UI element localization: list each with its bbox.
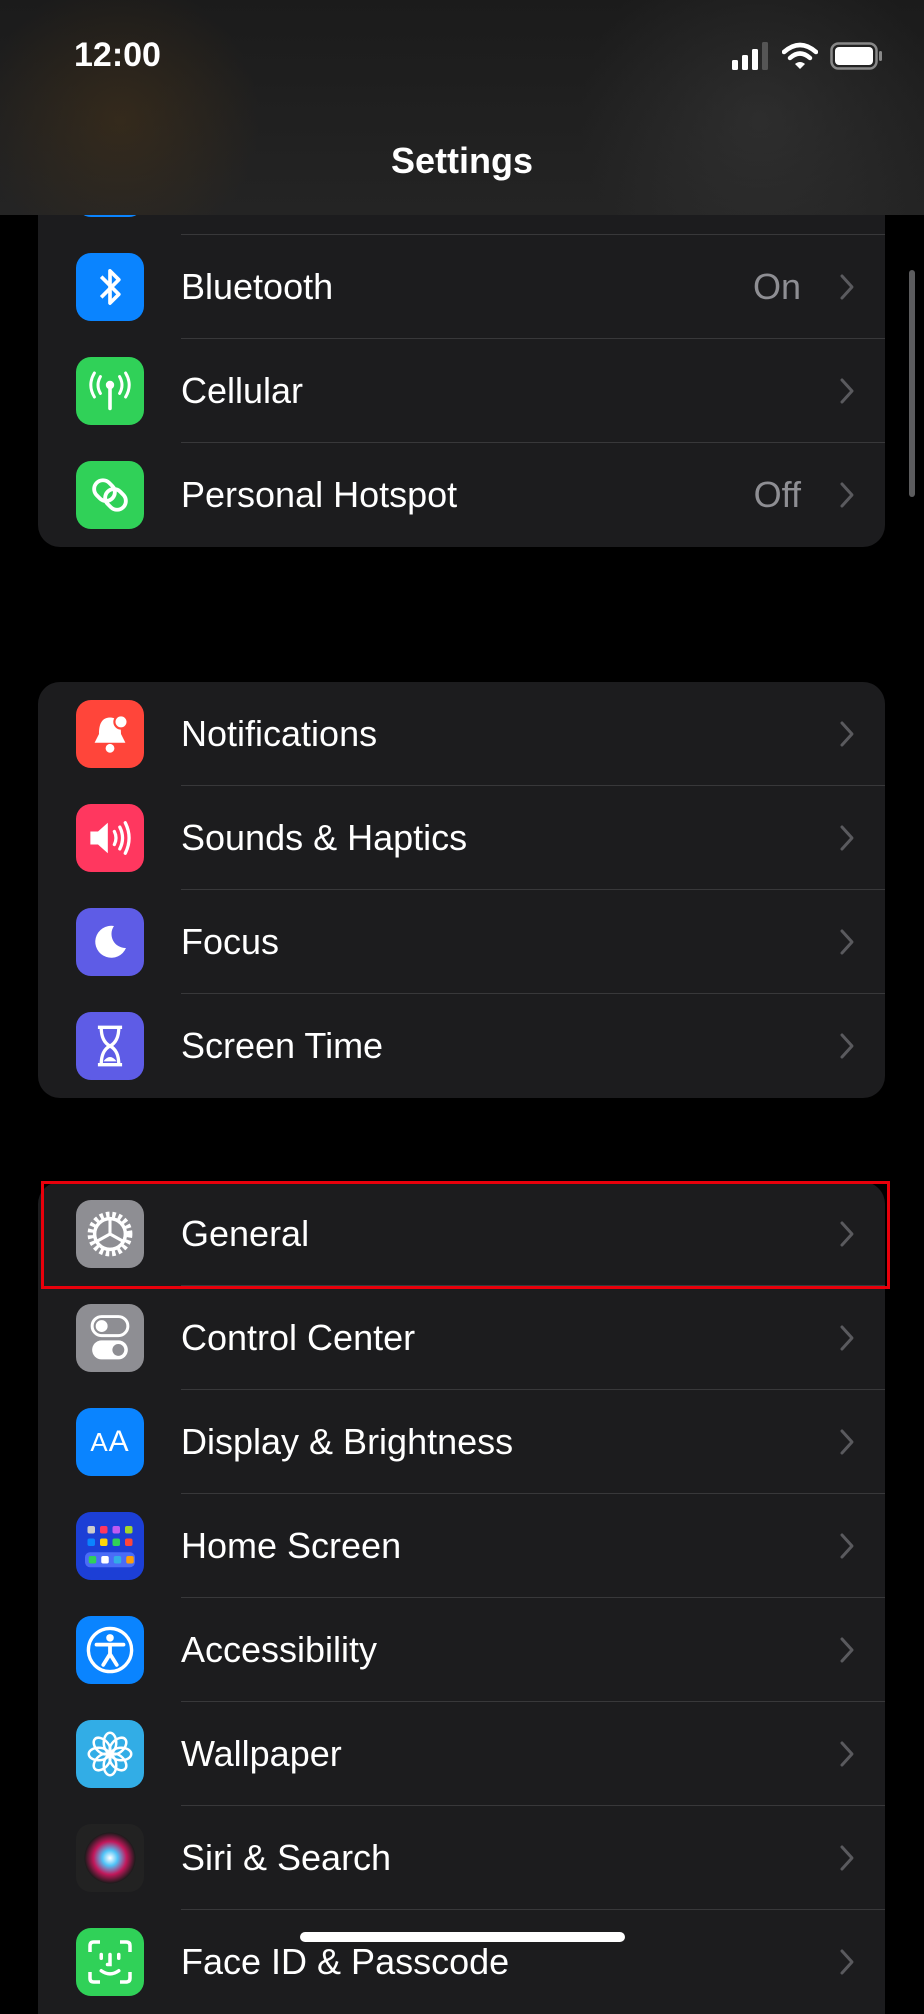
settings-row-cellular[interactable]: Cellular — [38, 339, 885, 443]
row-label: Focus — [181, 921, 280, 962]
toggles-icon — [76, 1304, 144, 1372]
settings-row-bluetooth[interactable]: Bluetooth On — [38, 235, 885, 339]
row-value: Off — [753, 474, 801, 515]
flower-icon — [76, 1720, 144, 1788]
page-title: Settings — [390, 140, 533, 181]
battery-icon — [830, 42, 882, 70]
settings-row-display-and-brightness[interactable]: AA Display & Brightness — [38, 1390, 885, 1494]
row-value: On — [752, 266, 801, 307]
chevron-right-icon — [840, 1949, 854, 1975]
row-label: Wallpaper — [181, 1733, 342, 1774]
row-label: Accessibility — [181, 1629, 378, 1670]
settings-group-notifications: Notifications Sounds & Haptics Focus Scr… — [38, 682, 885, 1098]
scrollbar[interactable] — [909, 270, 915, 497]
chevron-right-icon — [840, 1533, 854, 1559]
row-label: Control Center — [181, 1317, 416, 1358]
row-label: Siri & Search — [181, 1837, 392, 1878]
text-size-icon: AA — [76, 1408, 144, 1476]
settings-row-personal-hotspot[interactable]: Personal Hotspot Off — [38, 443, 885, 547]
chevron-right-icon — [840, 378, 854, 404]
settings-row-screen-time[interactable]: Screen Time — [38, 994, 885, 1098]
moon-icon — [76, 908, 144, 976]
settings-row-control-center[interactable]: Control Center — [38, 1286, 885, 1390]
settings-row-sounds-and-haptics[interactable]: Sounds & Haptics — [38, 786, 885, 890]
cellular-signal-icon — [732, 42, 768, 70]
row-label: Sounds & Haptics — [181, 817, 468, 858]
settings-row-face-id-and-passcode[interactable]: Face ID & Passcode — [38, 1910, 885, 2014]
row-label: Notifications — [181, 713, 378, 754]
settings-row-notifications[interactable]: Notifications — [38, 682, 885, 786]
chevron-right-icon — [840, 1741, 854, 1767]
row-label: Display & Brightness — [181, 1421, 514, 1462]
settings-row-siri-and-search[interactable]: Siri & Search — [38, 1806, 885, 1910]
home-indicator[interactable] — [300, 1932, 625, 1942]
app-grid-icon — [76, 1512, 144, 1580]
antenna-icon — [76, 357, 144, 425]
chevron-right-icon — [840, 1325, 854, 1351]
chevron-right-icon — [840, 482, 854, 508]
row-label: Face ID & Passcode — [181, 1941, 510, 1982]
settings-group-general: General Control Center AA Display & Brig… — [38, 1182, 885, 2014]
settings-row-focus[interactable]: Focus — [38, 890, 885, 994]
siri-icon — [76, 1824, 144, 1892]
hourglass-icon — [76, 1012, 144, 1080]
status-time: 12:00 — [74, 36, 161, 74]
face-id-icon — [76, 1928, 144, 1996]
wifi-icon — [782, 42, 818, 69]
row-label: Screen Time — [181, 1025, 384, 1066]
bluetooth-icon — [76, 253, 144, 321]
chevron-right-icon — [840, 721, 854, 747]
settings-row-wallpaper[interactable]: Wallpaper — [38, 1702, 885, 1806]
settings-row-accessibility[interactable]: Accessibility — [38, 1598, 885, 1702]
settings-row-home-screen[interactable]: Home Screen — [38, 1494, 885, 1598]
chevron-right-icon — [840, 1845, 854, 1871]
bell-icon — [76, 700, 144, 768]
row-label: Home Screen — [181, 1525, 402, 1566]
chevron-right-icon — [840, 825, 854, 851]
chevron-right-icon — [840, 274, 854, 300]
chevron-right-icon — [840, 929, 854, 955]
hotspot-link-icon — [76, 461, 144, 529]
row-label: Personal Hotspot — [181, 474, 458, 515]
navigation-header: 12:00 Settings — [0, 0, 924, 215]
chevron-right-icon — [840, 1429, 854, 1455]
speaker-icon — [76, 804, 144, 872]
chevron-right-icon — [840, 1033, 854, 1059]
status-icons — [732, 42, 884, 70]
chevron-right-icon — [840, 1637, 854, 1663]
accessibility-icon — [76, 1616, 144, 1684]
highlight-box-general — [41, 1181, 890, 1289]
row-label: Bluetooth — [181, 266, 334, 307]
row-label: Cellular — [181, 370, 304, 411]
